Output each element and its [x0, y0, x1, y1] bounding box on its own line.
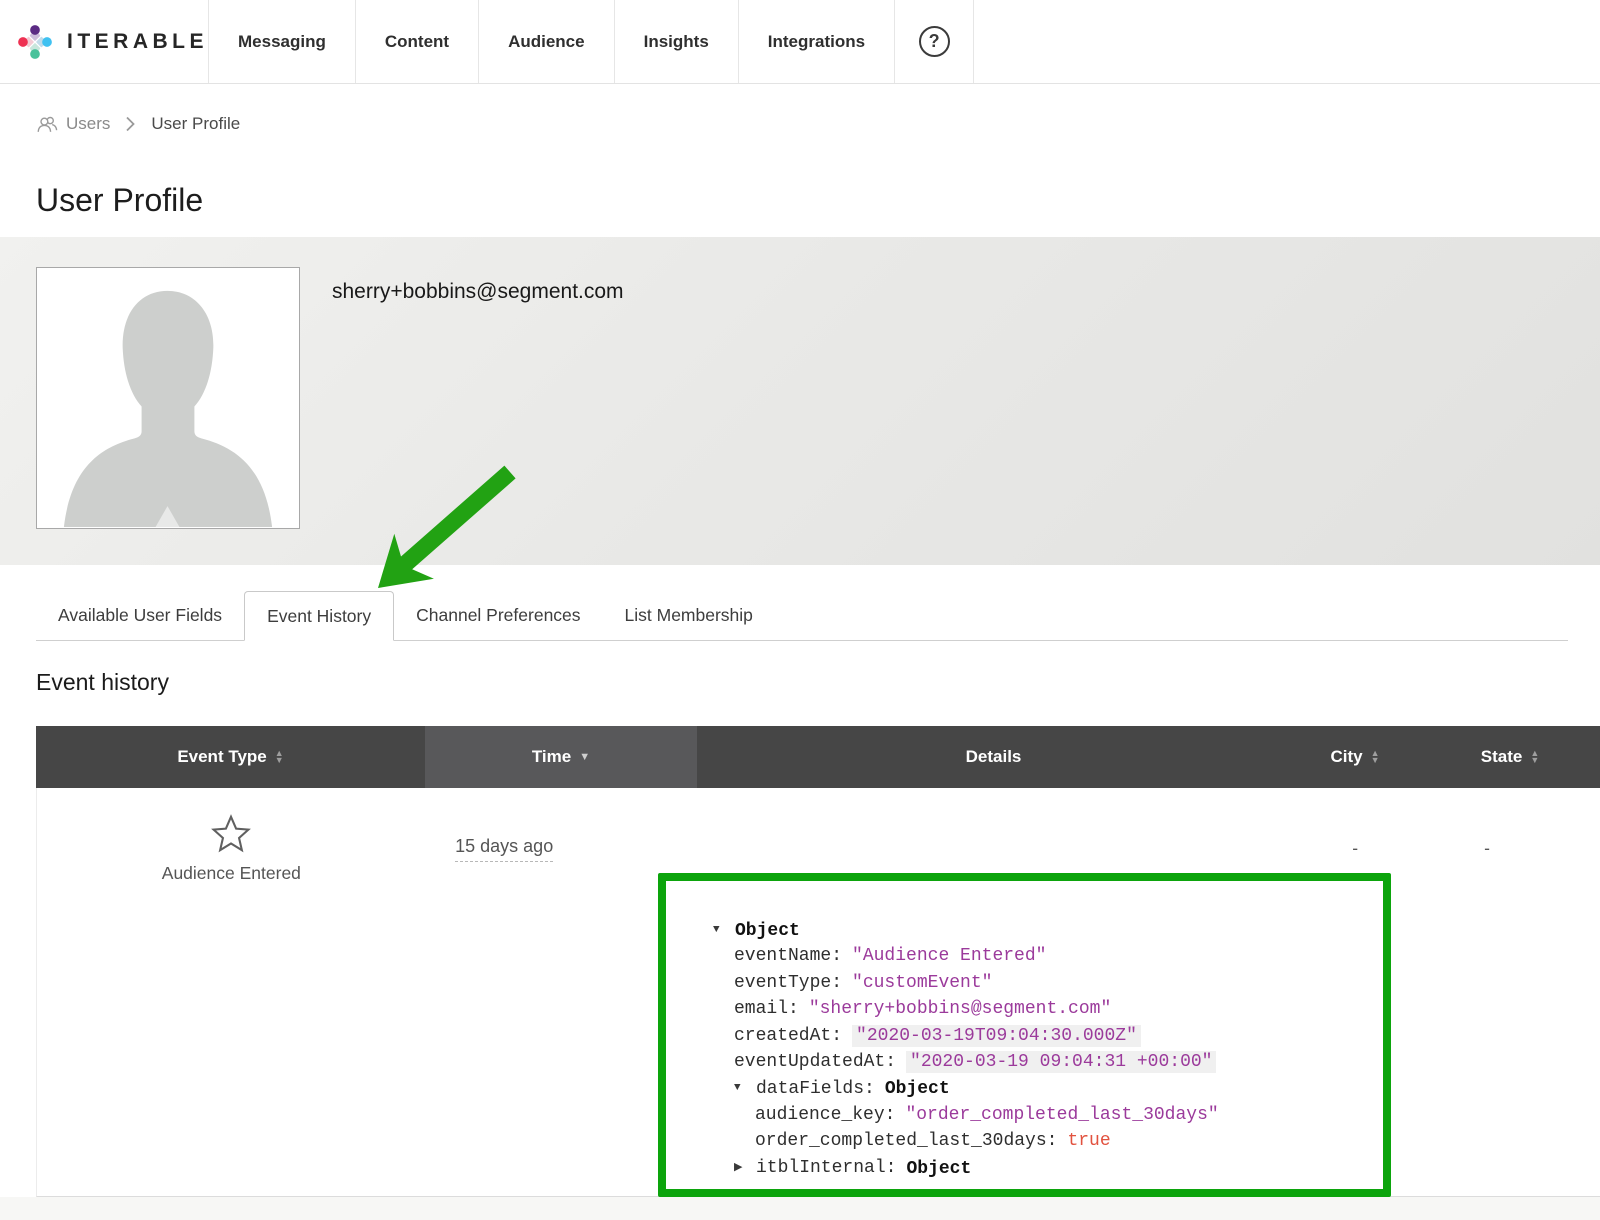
json-line: order_completed_last_30days: true: [713, 1128, 1377, 1154]
event-type-cell: Audience Entered: [37, 788, 426, 1196]
nav-items: MessagingContentAudienceInsightsIntegrat…: [208, 0, 894, 83]
column-label: State: [1481, 747, 1523, 767]
tab-channel-preferences[interactable]: Channel Preferences: [394, 591, 602, 640]
profile-hero: sherry+bobbins@segment.com: [0, 237, 1600, 565]
json-line: eventName: "Audience Entered": [713, 943, 1377, 969]
collapse-toggle-icon[interactable]: ▼: [734, 1075, 756, 1101]
json-line: ▼Object: [713, 917, 1377, 943]
json-line: ▶itblInternal: Object: [713, 1155, 1377, 1181]
tab-available-user-fields[interactable]: Available User Fields: [36, 591, 244, 640]
json-value: "sherry+bobbins@segment.com": [809, 999, 1111, 1019]
json-object-label: Object: [735, 921, 800, 941]
nav-item-audience[interactable]: Audience: [478, 0, 614, 83]
profile-email: sherry+bobbins@segment.com: [332, 280, 624, 304]
json-line: eventUpdatedAt: "2020-03-19 09:04:31 +00:…: [713, 1049, 1377, 1075]
sort-icon: ▲▼: [275, 750, 284, 764]
column-header-time[interactable]: Time ▼: [425, 726, 697, 788]
breadcrumb-users-label: Users: [66, 114, 110, 134]
nav-item-content[interactable]: Content: [355, 0, 478, 83]
help-icon: ?: [919, 26, 950, 57]
json-tree: ▼ObjecteventName:"Audience Entered"event…: [666, 881, 1383, 1181]
users-icon: [37, 116, 58, 133]
json-line: createdAt: "2020-03-19T09:04:30.000Z": [713, 1023, 1377, 1049]
time-cell: 15 days ago: [426, 788, 698, 1196]
breadcrumb: Users User Profile: [37, 112, 1600, 136]
json-line: email: "sherry+bobbins@segment.com": [713, 996, 1377, 1022]
section-heading: Event history: [36, 669, 1600, 696]
help-glyph: ?: [929, 31, 940, 52]
column-header-state[interactable]: State ▲▼: [1420, 726, 1600, 788]
json-key: dataFields:: [756, 1079, 875, 1099]
iterable-logo-icon: [18, 19, 52, 65]
help-button[interactable]: ?: [894, 0, 974, 83]
column-label: Event Type: [177, 747, 266, 767]
state-cell: -: [1420, 788, 1600, 1196]
tab-event-history[interactable]: Event History: [244, 591, 394, 641]
sort-icon: ▲▼: [1371, 750, 1380, 764]
json-object-label: Object: [906, 1158, 971, 1178]
json-object-label: Object: [885, 1079, 950, 1099]
json-value: "customEvent": [852, 973, 992, 993]
brand[interactable]: ITERABLE: [0, 0, 208, 83]
nav-item-insights[interactable]: Insights: [614, 0, 738, 83]
json-line: audience_key: "order_completed_last_30day…: [713, 1102, 1377, 1128]
column-header-details: Details: [697, 726, 1290, 788]
breadcrumb-current: User Profile: [151, 114, 240, 134]
sort-desc-icon: ▼: [579, 752, 590, 763]
profile-tabs: Available User FieldsEvent HistoryChanne…: [36, 592, 1568, 641]
breadcrumb-users-link[interactable]: Users: [37, 114, 110, 134]
sort-icon: ▲▼: [1530, 750, 1539, 764]
collapse-toggle-icon[interactable]: ▼: [713, 917, 735, 943]
json-key: eventName:: [734, 946, 842, 966]
json-key: itblInternal:: [756, 1158, 896, 1178]
table-header: Event Type ▲▼ Time ▼ Details City ▲▼ State ▲▼: [36, 726, 1600, 788]
json-value: true: [1067, 1131, 1110, 1151]
event-history-table: Event Type ▲▼ Time ▼ Details City ▲▼ State ▲▼ Au…: [36, 726, 1600, 1197]
brand-name: ITERABLE: [67, 30, 208, 54]
json-line: eventType: "customEvent": [713, 970, 1377, 996]
chevron-right-icon: [126, 116, 135, 132]
json-key: email:: [734, 999, 799, 1019]
nav-item-messaging[interactable]: Messaging: [208, 0, 355, 83]
nav-item-integrations[interactable]: Integrations: [738, 0, 894, 83]
column-label: City: [1330, 747, 1362, 767]
json-key: createdAt:: [734, 1026, 842, 1046]
person-silhouette-icon: [37, 268, 299, 528]
top-nav: ITERABLE MessagingContentAudienceInsight…: [0, 0, 1600, 84]
details-json-highlight-box: ▼ObjecteventName:"Audience Entered"event…: [658, 873, 1391, 1197]
page-title: User Profile: [36, 182, 1600, 218]
event-type-label: Audience Entered: [37, 863, 426, 884]
json-key: audience_key:: [755, 1105, 895, 1125]
table-row: Audience Entered 15 days ago - - ▼Object…: [36, 788, 1600, 1197]
json-value: "2020-03-19T09:04:30.000Z": [852, 1025, 1141, 1047]
avatar: [36, 267, 300, 529]
json-line: ▼dataFields: Object: [713, 1075, 1377, 1101]
tab-list-membership[interactable]: List Membership: [603, 591, 775, 640]
json-value: "Audience Entered": [852, 946, 1046, 966]
column-label: Details: [966, 747, 1022, 767]
json-value: "2020-03-19 09:04:31 +00:00": [906, 1051, 1216, 1073]
column-header-city[interactable]: City ▲▼: [1290, 726, 1420, 788]
json-key: eventType:: [734, 973, 842, 993]
expand-toggle-icon[interactable]: ▶: [734, 1155, 756, 1181]
star-icon: [210, 814, 252, 854]
relative-time[interactable]: 15 days ago: [455, 836, 553, 862]
page-footer-strip: [0, 1197, 1600, 1220]
json-key: eventUpdatedAt:: [734, 1052, 896, 1072]
column-label: Time: [532, 747, 571, 767]
json-value: "order_completed_last_30days": [905, 1105, 1218, 1125]
json-key: order_completed_last_30days:: [755, 1131, 1057, 1151]
column-header-event-type[interactable]: Event Type ▲▼: [36, 726, 425, 788]
